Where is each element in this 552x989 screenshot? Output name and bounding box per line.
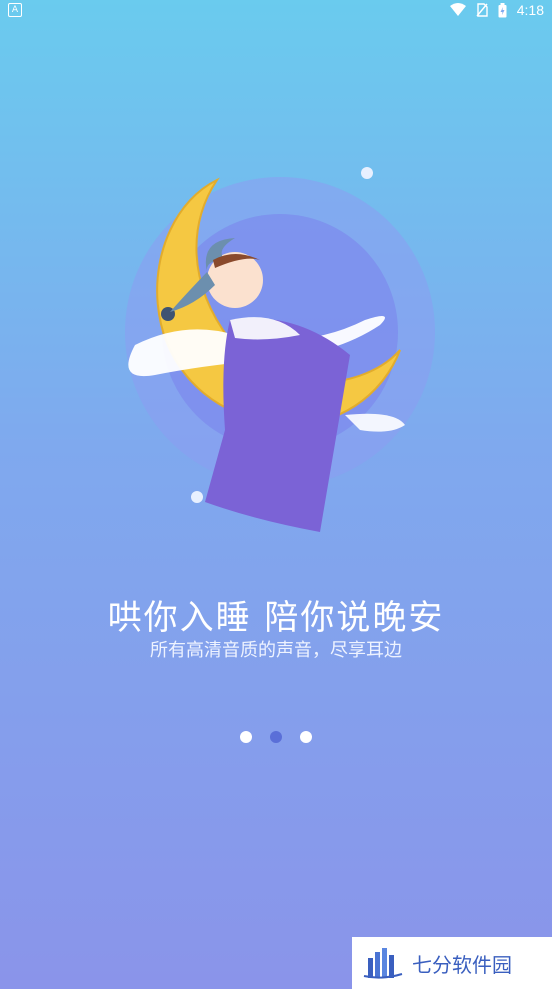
onboarding-title: 哄你入睡 陪你说晚安 <box>107 598 445 638</box>
battery-charging-icon <box>498 2 507 17</box>
blanket <box>205 318 350 532</box>
sleeping-child-on-moon-illustration <box>125 167 435 532</box>
watermark-text: 七分软件园 <box>412 952 512 977</box>
app-indicator-icon: A <box>8 3 22 17</box>
page-dot-3[interactable] <box>300 731 312 743</box>
star-dot <box>191 491 203 503</box>
status-bar: A 4:18 <box>0 0 552 22</box>
building-logo-icon <box>363 948 403 979</box>
status-icons: 4:18 <box>449 2 544 18</box>
onboarding-subtitle: 所有高清音质的声音，尽享耳边 <box>150 640 402 661</box>
wifi-icon <box>449 3 466 16</box>
page-dot-1[interactable] <box>240 731 252 743</box>
sim-off-icon <box>476 3 488 17</box>
status-time: 4:18 <box>516 2 544 18</box>
page-indicator[interactable] <box>0 731 552 743</box>
star-dot <box>361 167 373 179</box>
watermark-logo: 七分软件园 <box>352 937 552 989</box>
page-dot-2-active[interactable] <box>270 731 282 743</box>
